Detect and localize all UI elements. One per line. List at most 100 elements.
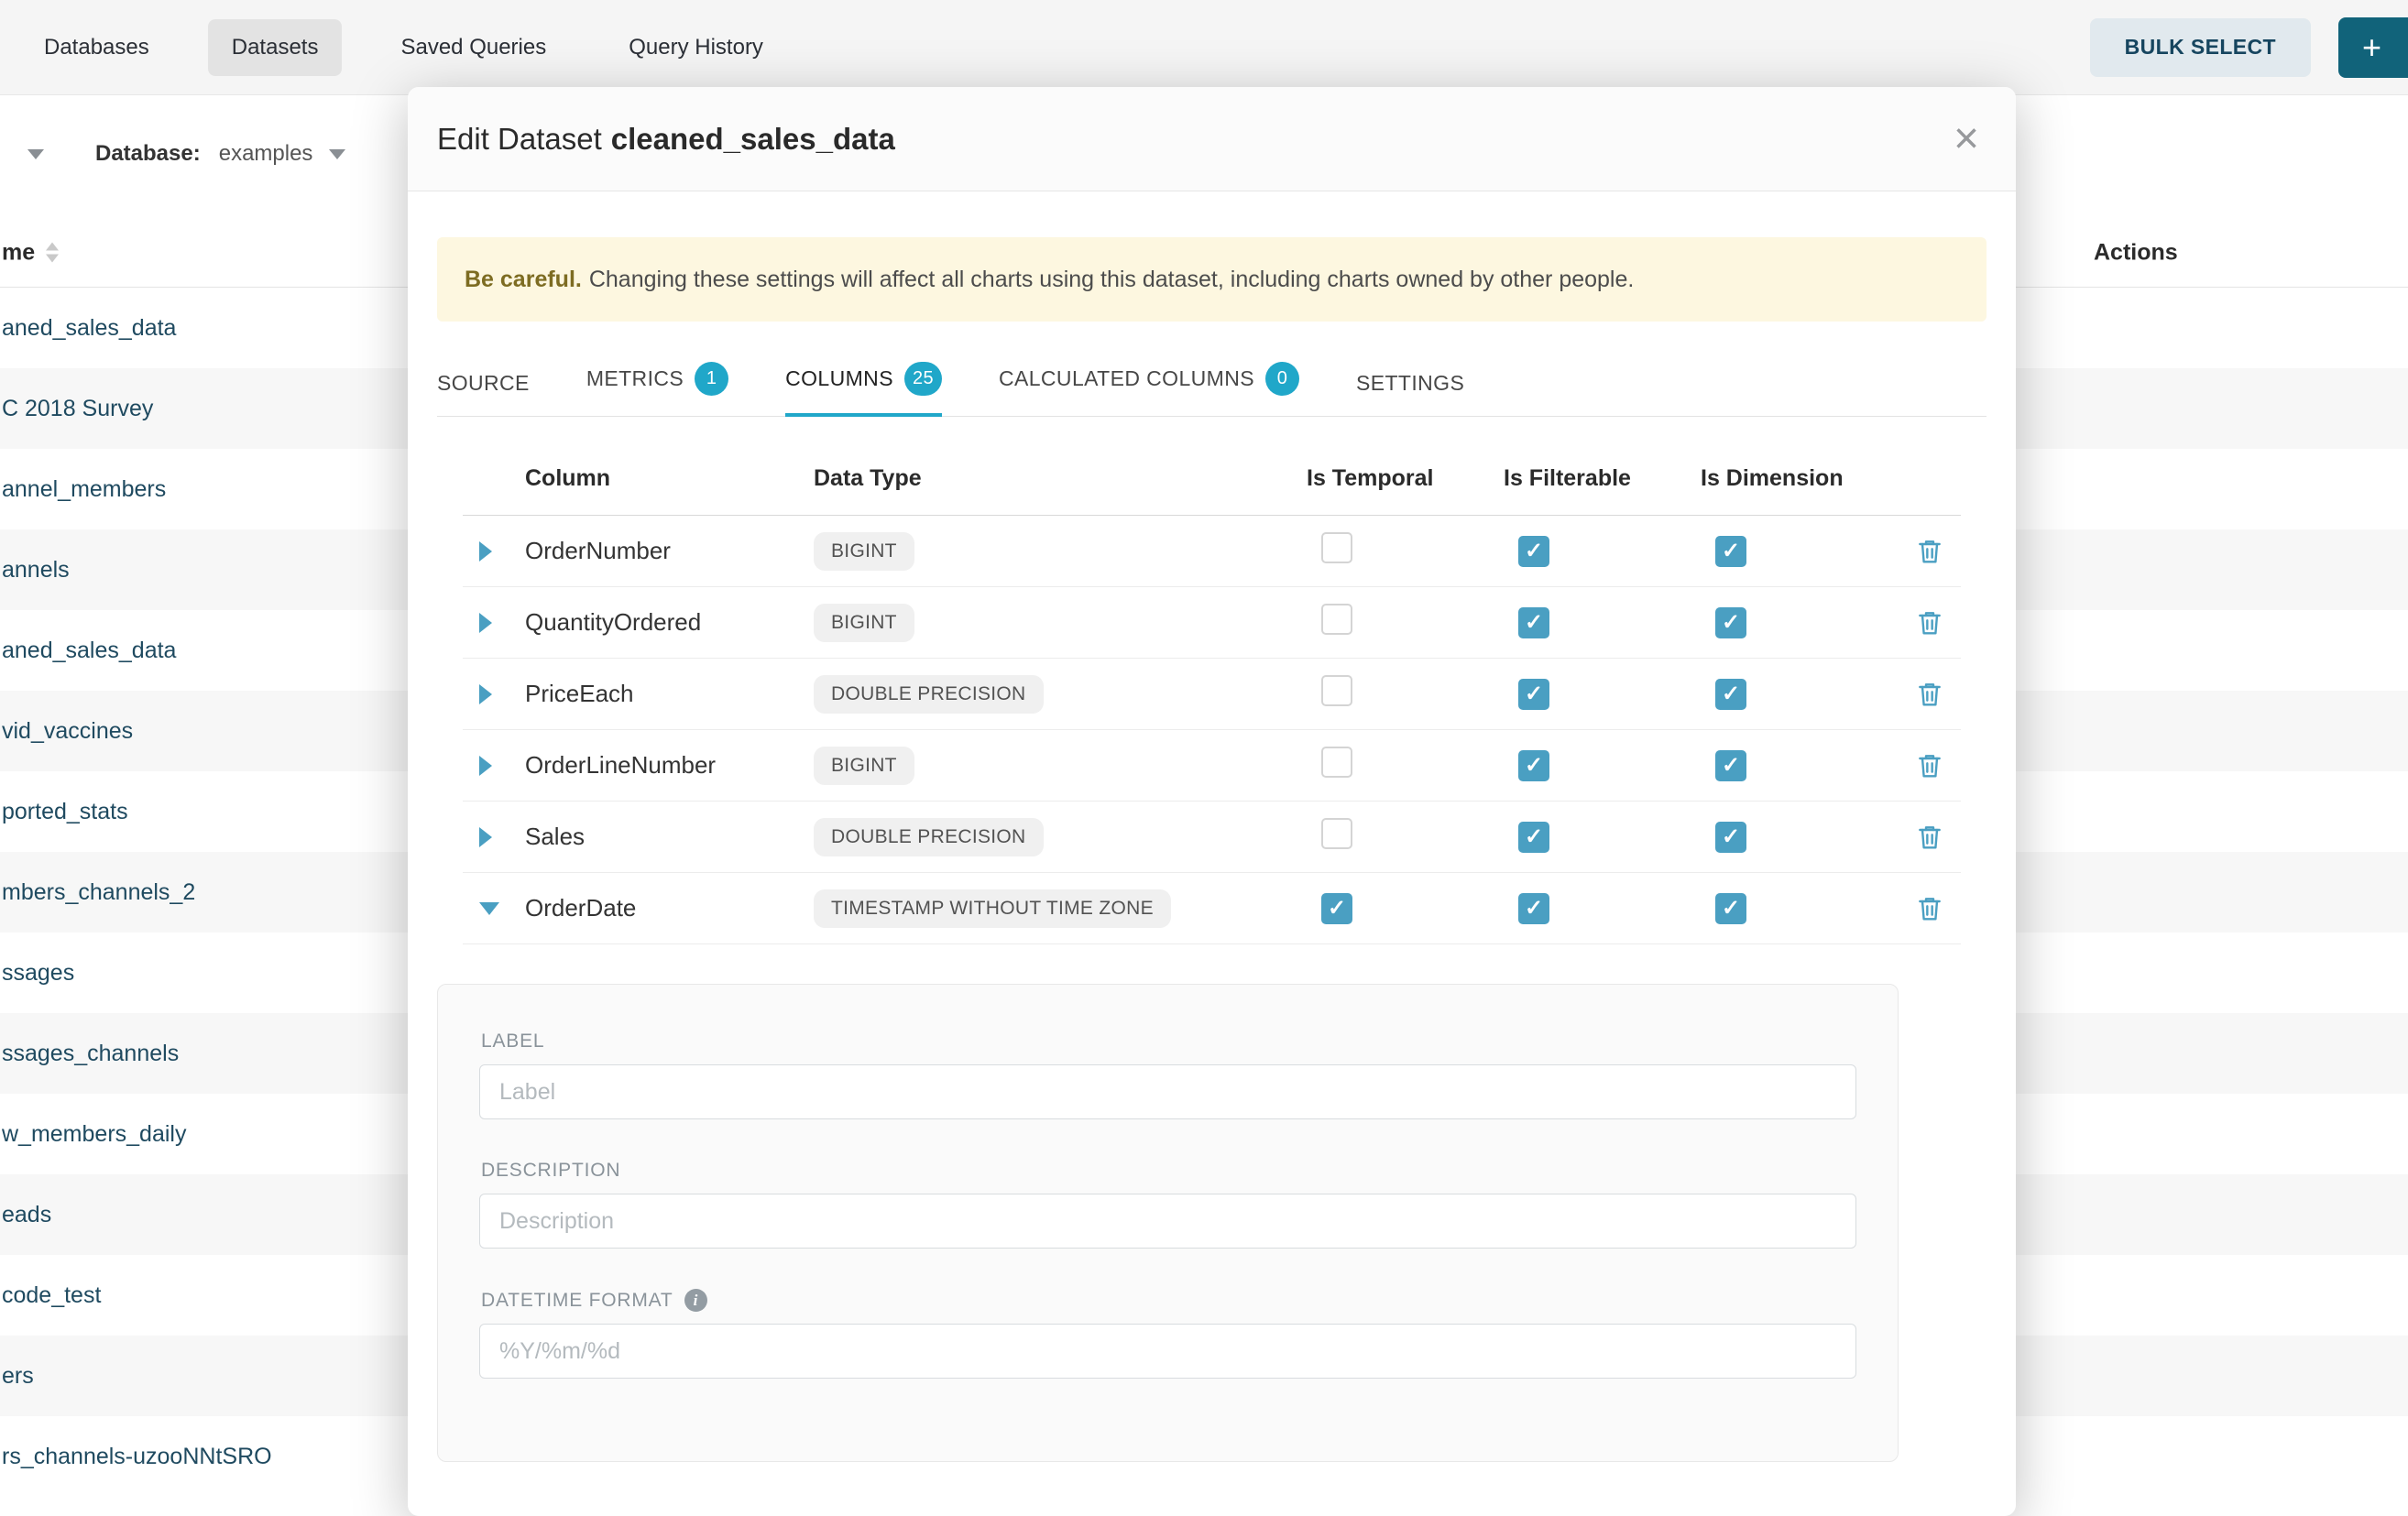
dataset-name-link[interactable]: vid_vaccines	[2, 718, 133, 745]
expand-caret-icon[interactable]	[479, 756, 492, 776]
dataset-name-link[interactable]: code_test	[2, 1282, 101, 1309]
modal-title-prefix: Edit Dataset	[437, 122, 602, 156]
nav-item-saved-queries[interactable]: Saved Queries	[377, 19, 570, 76]
is-temporal-checkbox[interactable]	[1321, 675, 1352, 706]
is-temporal-checkbox[interactable]	[1321, 604, 1352, 635]
tab-label: COLUMNS	[785, 366, 893, 391]
datetime-format-field-label: DATETIME FORMAT	[481, 1290, 673, 1312]
tab-settings[interactable]: SETTINGS	[1356, 358, 1464, 416]
delete-column-icon[interactable]	[1915, 823, 1944, 852]
tab-label: CALCULATED COLUMNS	[999, 366, 1254, 391]
info-icon[interactable]	[684, 1289, 707, 1312]
modal-dataset-name: cleaned_sales_data	[611, 122, 895, 156]
label-input[interactable]	[479, 1064, 1856, 1119]
is-dimension-checkbox[interactable]	[1715, 893, 1746, 924]
sort-icon[interactable]	[46, 243, 59, 263]
edit-dataset-modal: Edit Dataset cleaned_sales_data × Be care…	[408, 87, 2016, 1516]
warning-text: Changing these settings will affect all …	[589, 267, 1635, 292]
tab-columns[interactable]: COLUMNS 25	[785, 349, 942, 416]
delete-column-icon[interactable]	[1915, 608, 1944, 638]
dataset-name-link[interactable]: annel_members	[2, 476, 166, 503]
count-badge: 25	[904, 362, 942, 396]
is-filterable-header: Is Filterable	[1504, 465, 1701, 492]
delete-column-icon[interactable]	[1915, 680, 1944, 709]
column-row: OrderDate TIMESTAMP WITHOUT TIME ZONE	[463, 873, 1961, 944]
is-filterable-checkbox[interactable]	[1518, 536, 1549, 567]
name-column-header[interactable]: me	[2, 239, 59, 266]
column-name: OrderLineNumber	[525, 751, 814, 780]
description-field-group: DESCRIPTION	[479, 1160, 1856, 1249]
is-dimension-checkbox[interactable]	[1715, 536, 1746, 567]
add-dataset-button[interactable]: +	[2338, 17, 2408, 78]
column-name: OrderNumber	[525, 537, 814, 565]
database-filter-label: Database:	[95, 141, 201, 167]
dataset-name-link[interactable]: aned_sales_data	[2, 315, 176, 342]
is-dimension-checkbox[interactable]	[1715, 750, 1746, 781]
dataset-name-link[interactable]: ssages_channels	[2, 1041, 179, 1067]
delete-column-icon[interactable]	[1915, 894, 1944, 923]
dataset-name-link[interactable]: mbers_channels_2	[2, 879, 195, 906]
datetime-format-input[interactable]	[479, 1324, 1856, 1379]
column-row: OrderLineNumber BIGINT	[463, 730, 1961, 802]
is-temporal-checkbox[interactable]	[1321, 818, 1352, 849]
chevron-down-icon[interactable]	[329, 149, 345, 159]
columns-table: Column Data Type Is Temporal Is Filterab…	[463, 442, 1961, 944]
dataset-name-link[interactable]: annels	[2, 557, 70, 583]
is-dimension-header: Is Dimension	[1701, 465, 1898, 492]
dataset-name-link[interactable]: aned_sales_data	[2, 638, 176, 664]
nav-item-datasets[interactable]: Datasets	[208, 19, 343, 76]
delete-column-icon[interactable]	[1915, 751, 1944, 780]
is-dimension-checkbox[interactable]	[1715, 822, 1746, 853]
expand-caret-icon[interactable]	[479, 684, 492, 704]
expand-caret-icon[interactable]	[479, 902, 499, 915]
count-badge: 1	[695, 362, 728, 396]
column-row: OrderNumber BIGINT	[463, 516, 1961, 587]
dataset-name-link[interactable]: w_members_daily	[2, 1121, 186, 1148]
expand-caret-icon[interactable]	[479, 827, 492, 847]
count-badge: 0	[1265, 362, 1299, 396]
tab-metrics[interactable]: METRICS 1	[586, 349, 728, 416]
column-name: QuantityOrdered	[525, 608, 814, 637]
dataset-name-link[interactable]: ported_stats	[2, 799, 128, 825]
nav-item-query-history[interactable]: Query History	[605, 19, 787, 76]
name-header-label: me	[2, 239, 35, 266]
expand-caret-icon[interactable]	[479, 613, 492, 633]
column-row: PriceEach DOUBLE PRECISION	[463, 659, 1961, 730]
nav-actions: BULK SELECT +	[2090, 17, 2408, 78]
modal-body: Be careful.Changing these settings will …	[408, 191, 2016, 1462]
dataset-name-link[interactable]: ssages	[2, 960, 74, 987]
is-filterable-checkbox[interactable]	[1518, 607, 1549, 638]
dataset-name-link[interactable]: C 2018 Survey	[2, 396, 153, 422]
close-icon[interactable]: ×	[1954, 117, 1979, 161]
is-temporal-checkbox[interactable]	[1321, 532, 1352, 563]
delete-column-icon[interactable]	[1915, 537, 1944, 566]
is-filterable-checkbox[interactable]	[1518, 750, 1549, 781]
modal-header: Edit Dataset cleaned_sales_data ×	[408, 87, 2016, 191]
is-filterable-checkbox[interactable]	[1518, 822, 1549, 853]
dataset-name-link[interactable]: rs_channels-uzooNNtSRO	[2, 1444, 272, 1470]
tab-source[interactable]: SOURCE	[437, 358, 530, 416]
column-name: Sales	[525, 823, 814, 851]
data-type-badge: BIGINT	[814, 532, 914, 571]
dataset-name-link[interactable]: eads	[2, 1202, 51, 1228]
plus-icon: +	[2362, 28, 2381, 67]
description-input[interactable]	[479, 1194, 1856, 1249]
bulk-select-button[interactable]: BULK SELECT	[2090, 18, 2311, 77]
is-temporal-checkbox[interactable]	[1321, 893, 1352, 924]
database-filter-value[interactable]: examples	[219, 141, 313, 167]
is-temporal-checkbox[interactable]	[1321, 747, 1352, 778]
is-filterable-checkbox[interactable]	[1518, 679, 1549, 710]
is-dimension-checkbox[interactable]	[1715, 679, 1746, 710]
dataset-name-link[interactable]: ers	[2, 1363, 34, 1390]
datetime-format-field-group: DATETIME FORMAT	[479, 1289, 1856, 1379]
is-filterable-checkbox[interactable]	[1518, 893, 1549, 924]
nav-item-databases[interactable]: Databases	[20, 19, 173, 76]
expand-caret-icon[interactable]	[479, 541, 492, 562]
chevron-down-icon[interactable]	[27, 149, 44, 159]
warning-banner: Be careful.Changing these settings will …	[437, 237, 1987, 322]
is-dimension-checkbox[interactable]	[1715, 607, 1746, 638]
label-field-label: LABEL	[481, 1031, 544, 1052]
tab-calculated-columns[interactable]: CALCULATED COLUMNS 0	[999, 349, 1299, 416]
column-header: Column	[525, 465, 814, 492]
data-type-badge: DOUBLE PRECISION	[814, 818, 1044, 856]
